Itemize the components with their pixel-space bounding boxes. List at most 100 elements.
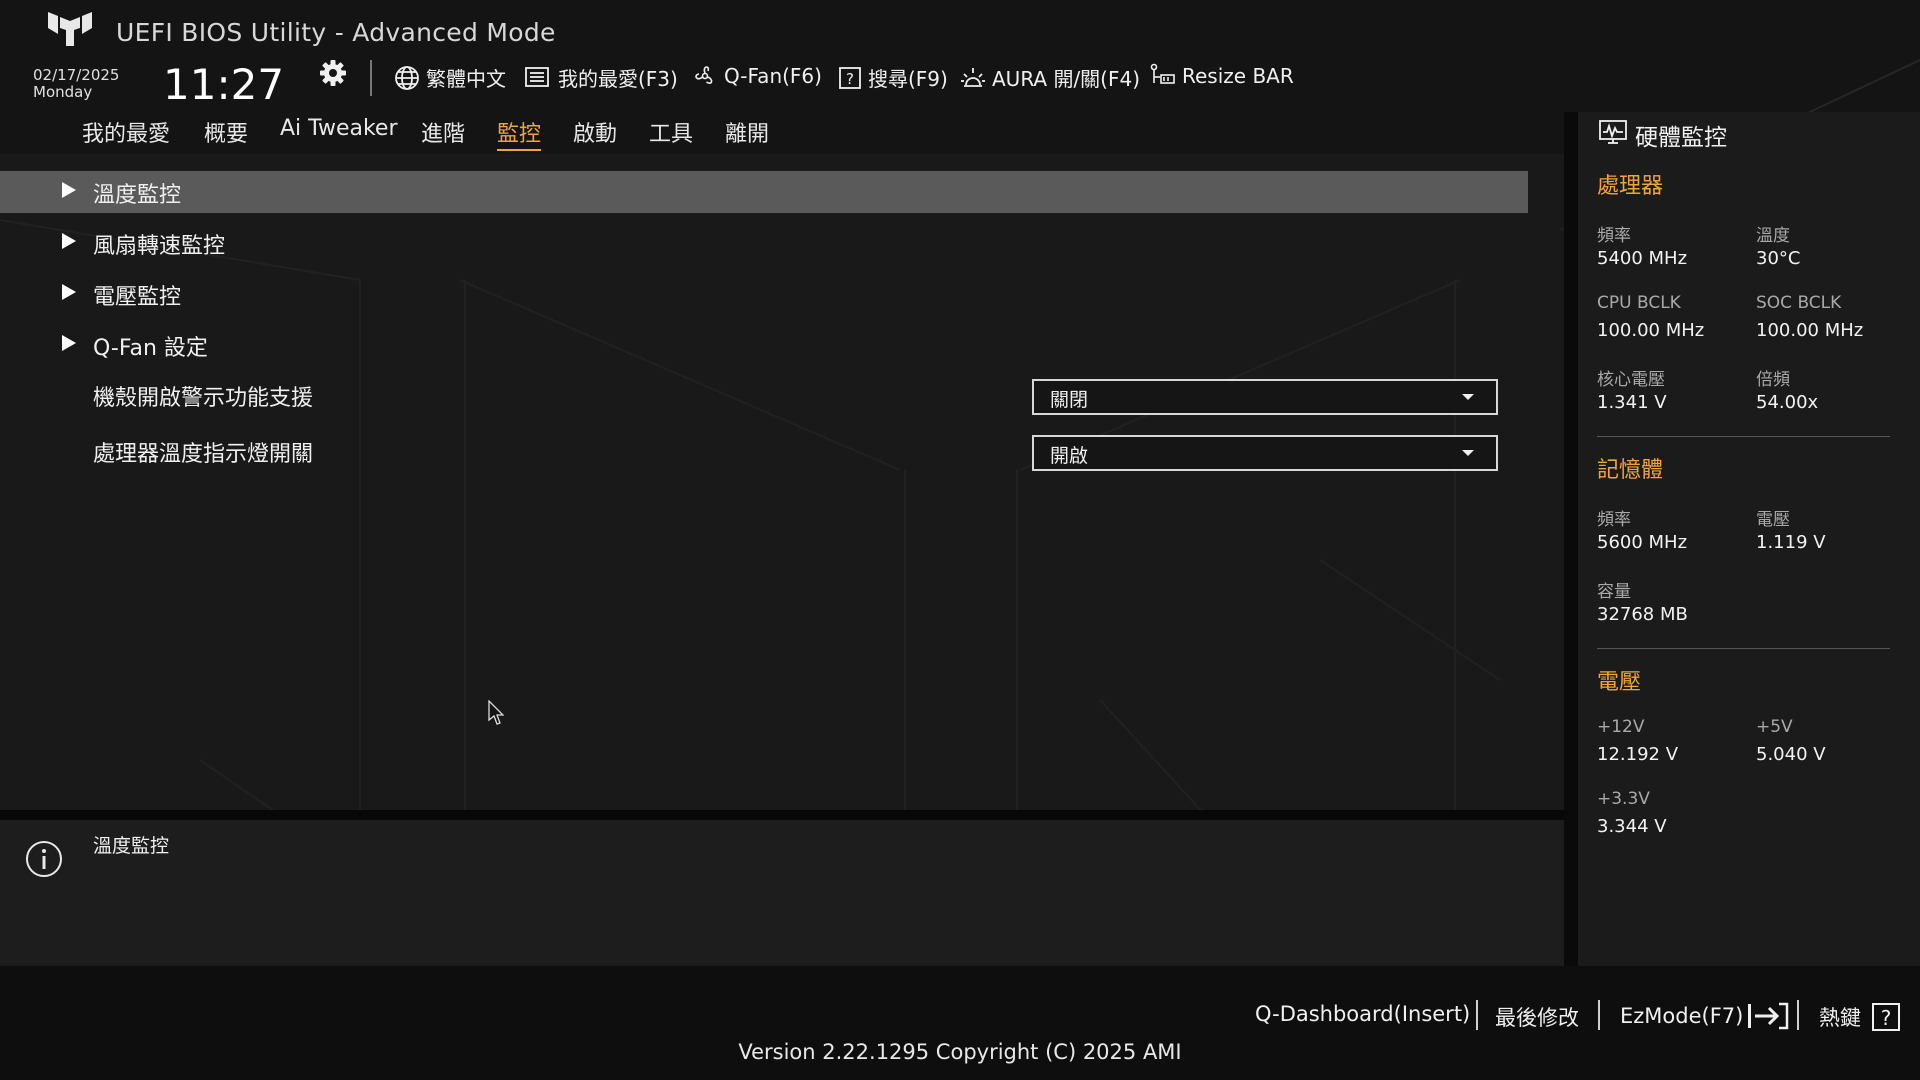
hw-mem-cap-label: 容量 (1597, 582, 1631, 602)
version-text: Version 2.22.1295 Copyright (C) 2025 AMI (738, 1040, 1182, 1064)
favorites-button[interactable]: 我的最愛(F3) (524, 63, 678, 92)
info-panel (0, 820, 1564, 966)
submenu-qfan-settings[interactable]: Q-Fan 設定 (0, 324, 1528, 366)
hotkeys-label: 熱鍵 (1819, 1006, 1861, 1030)
setting-label: 處理器溫度指示燈開關 (93, 442, 314, 467)
tuf-logo-icon (48, 12, 92, 46)
date-text: 02/17/2025 (33, 66, 120, 84)
submenu-arrow-icon (62, 335, 76, 351)
tab-overview[interactable]: 概要 (204, 116, 248, 148)
chevron-down-icon (1462, 394, 1474, 400)
aura-button[interactable]: AURA 開/關(F4) (960, 63, 1140, 92)
submenu-arrow-icon (62, 182, 76, 198)
q-dashboard-button[interactable]: Q-Dashboard(Insert) (1255, 1002, 1470, 1026)
hw-cpu-freq-value: 5400 MHz (1597, 248, 1688, 269)
footer-divider (1797, 1000, 1799, 1030)
last-modified-button[interactable]: 最後修改 (1495, 1002, 1579, 1032)
date-display[interactable]: 02/17/2025 Monday (33, 67, 119, 101)
hw-mem-volt-value: 1.119 V (1756, 532, 1826, 553)
tab-tool[interactable]: 工具 (649, 116, 693, 148)
fan-icon (695, 66, 713, 84)
chevron-down-icon (1462, 450, 1474, 456)
info-description: 溫度監控 (93, 835, 170, 857)
aura-label: AURA 開/關(F4) (992, 67, 1141, 91)
resize-bar-label: Resize BAR (1182, 64, 1294, 88)
submenu-label: 電壓監控 (93, 285, 182, 310)
info-icon (26, 841, 62, 877)
tab-exit[interactable]: 離開 (725, 116, 769, 148)
tab-ai-tweaker[interactable]: Ai Tweaker (280, 116, 398, 141)
hw-voltage-heading: 電壓 (1597, 670, 1642, 695)
info-divider (0, 810, 1564, 820)
help-icon: ? (1872, 1003, 1900, 1031)
hw-5v-value: 5.040 V (1756, 744, 1826, 765)
submenu-voltage-monitor[interactable]: 電壓監控 (0, 273, 1528, 315)
hw-separator (1597, 648, 1890, 649)
qfan-button[interactable]: Q-Fan(F6) (692, 63, 822, 89)
setting-row-chassis-intrusion: 機殼開啟警示功能支援 關閉 (0, 374, 1528, 416)
hw-vcore-value: 1.341 V (1597, 392, 1667, 413)
hw-12v-label: +12V (1597, 717, 1645, 737)
tab-boot[interactable]: 啟動 (573, 116, 617, 148)
resize-bar-button[interactable]: Resize BAR (1150, 63, 1294, 89)
hw-ratio-label: 倍頻 (1756, 370, 1790, 390)
dropdown-value: 開啟 (1050, 445, 1089, 467)
tab-favorites[interactable]: 我的最愛 (82, 116, 170, 148)
mouse-cursor-icon (488, 700, 504, 725)
svg-text:?: ? (846, 70, 854, 88)
hw-soc-bclk-label: SOC BCLK (1756, 293, 1842, 313)
hw-cpu-bclk-value: 100.00 MHz (1597, 320, 1705, 341)
search-button[interactable]: ? 搜尋(F9) (838, 63, 948, 92)
qfan-label: Q-Fan(F6) (724, 64, 822, 88)
app-title: UEFI BIOS Utility - Advanced Mode (116, 18, 556, 47)
submenu-arrow-icon (62, 284, 76, 300)
clock[interactable]: 11:27 (163, 60, 284, 109)
submenu-arrow-icon (62, 233, 76, 249)
hotkeys-button[interactable]: 熱鍵 ? (1819, 1002, 1901, 1032)
hw-cpu-temp-label: 溫度 (1756, 226, 1790, 246)
setting-label: 機殼開啟警示功能支援 (93, 386, 314, 411)
weekday-text: Monday (33, 83, 93, 101)
submenu-label: Q-Fan 設定 (93, 336, 208, 361)
hw-vcore-label: 核心電壓 (1597, 370, 1665, 390)
help-box-icon: ? (839, 66, 861, 89)
hw-cpu-temp-value: 30°C (1756, 248, 1801, 269)
hw-mem-freq-value: 5600 MHz (1597, 532, 1688, 553)
favorites-list-icon (525, 66, 549, 87)
toolbar-divider (370, 60, 372, 96)
gear-icon[interactable] (318, 58, 348, 88)
hw-12v-value: 12.192 V (1597, 744, 1679, 765)
hw-mem-cap-value: 32768 MB (1597, 604, 1688, 625)
hw-cpu-freq-label: 頻率 (1597, 226, 1631, 246)
ezmode-button[interactable]: EzMode(F7) (1620, 1002, 1789, 1030)
hw-3v3-label: +3.3V (1597, 789, 1650, 809)
cpu-temp-led-dropdown[interactable]: 開啟 (1032, 435, 1498, 471)
hw-soc-bclk-value: 100.00 MHz (1756, 320, 1864, 341)
footer-divider (1598, 1000, 1600, 1030)
hw-5v-label: +5V (1756, 717, 1793, 737)
language-label: 繁體中文 (426, 67, 506, 91)
submenu-temperature-monitor[interactable]: 溫度監控 (0, 171, 1528, 213)
ezmode-label: EzMode(F7) (1620, 1004, 1744, 1028)
language-button[interactable]: 繁體中文 (394, 63, 506, 92)
submenu-fan-speed-monitor[interactable]: 風扇轉速監控 (0, 222, 1528, 264)
hw-monitor-icon (1599, 120, 1627, 144)
tab-advanced[interactable]: 進階 (421, 116, 465, 148)
hw-3v3-value: 3.344 V (1597, 816, 1667, 837)
search-label: 搜尋(F9) (868, 67, 948, 91)
hw-cpu-bclk-label: CPU BCLK (1597, 293, 1681, 313)
submenu-label: 溫度監控 (93, 183, 182, 208)
submenu-label: 風扇轉速監控 (93, 234, 226, 259)
tab-monitor[interactable]: 監控 (497, 116, 542, 151)
panel-divider (1564, 112, 1578, 966)
resize-bar-icon (1150, 63, 1175, 84)
setting-row-cpu-temp-led: 處理器溫度指示燈開關 開啟 (0, 430, 1528, 472)
footer-divider (1476, 1000, 1478, 1030)
favorites-label: 我的最愛(F3) (558, 67, 678, 91)
chassis-intrusion-dropdown[interactable]: 關閉 (1032, 379, 1498, 415)
hw-memory-heading: 記憶體 (1597, 458, 1664, 483)
ezmode-exit-icon (1748, 1002, 1789, 1030)
svg-text:?: ? (1881, 1006, 1892, 1030)
hw-ratio-value: 54.00x (1756, 392, 1819, 413)
aura-light-icon (961, 67, 985, 87)
